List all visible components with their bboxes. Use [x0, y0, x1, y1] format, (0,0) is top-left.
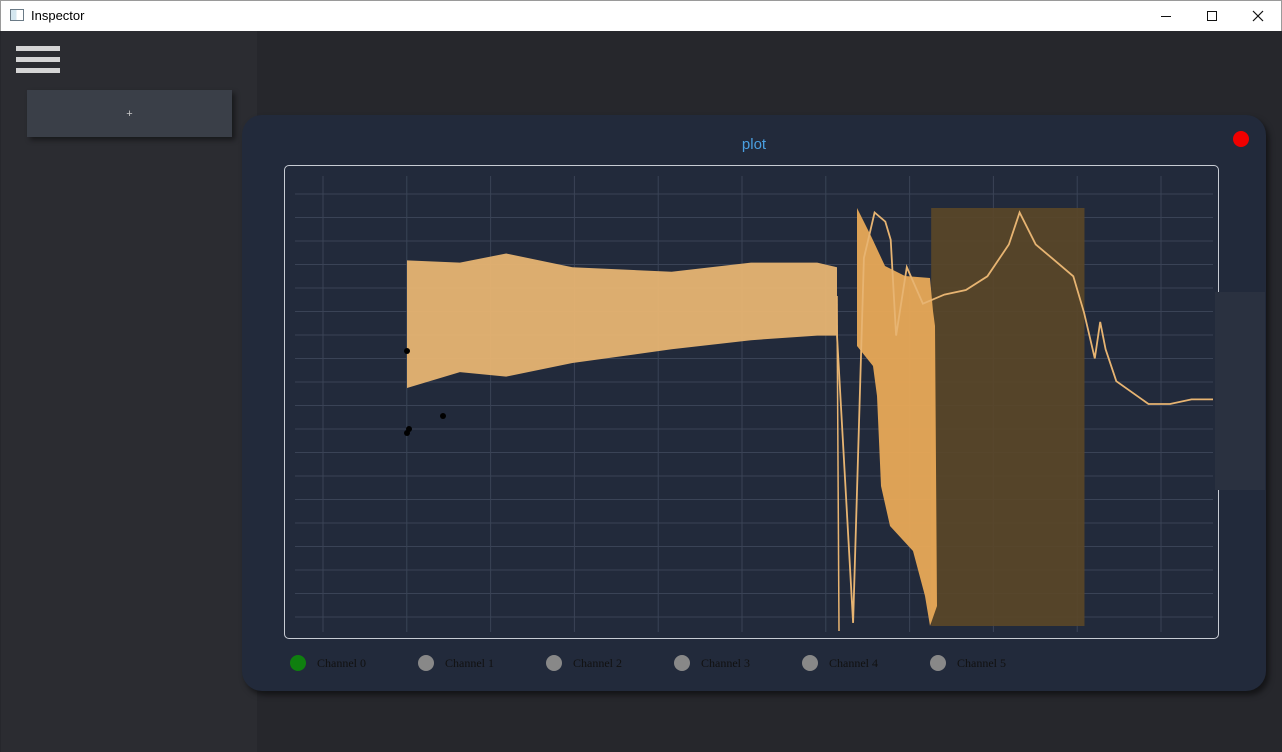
app-icon — [10, 9, 24, 21]
legend-dot-0[interactable] — [290, 655, 306, 671]
legend-dot-2[interactable] — [546, 655, 562, 671]
plot-panel[interactable]: plot Channel 0 Channel 1 Channel 2 Channel … — [242, 115, 1266, 691]
legend-label-3: Channel 3 — [701, 656, 750, 670]
minimize-icon — [1161, 16, 1171, 17]
plot-area[interactable] — [284, 165, 1219, 639]
close-icon — [1252, 10, 1264, 22]
add-button[interactable]: + — [27, 90, 232, 137]
signal-envelope — [407, 253, 837, 388]
legend-label-1: Channel 1 — [445, 656, 494, 670]
legend-label-2: Channel 2 — [573, 656, 622, 670]
signal-burst — [857, 208, 937, 626]
panel-close-button[interactable] — [1233, 131, 1249, 147]
scrollbar-thumb[interactable] — [1215, 292, 1265, 490]
selection-region — [931, 208, 1085, 626]
minimize-button[interactable] — [1143, 1, 1189, 31]
marker-point — [440, 413, 446, 419]
window-titlebar: Inspector — [0, 0, 1282, 31]
legend-dot-3[interactable] — [674, 655, 690, 671]
legend-label-5: Channel 5 — [957, 656, 1006, 670]
window-title: Inspector — [31, 8, 85, 23]
legend-label-0: Channel 0 — [317, 656, 366, 670]
legend-label-4: Channel 4 — [829, 656, 878, 670]
signal-spike — [836, 295, 840, 632]
maximize-icon — [1207, 11, 1217, 21]
plot-chart[interactable] — [285, 166, 1220, 640]
sidebar: + — [1, 31, 257, 752]
menu-icon[interactable] — [16, 46, 60, 74]
panel-title: plot — [741, 136, 767, 153]
marker-point — [404, 348, 410, 354]
legend-dot-1[interactable] — [418, 655, 434, 671]
maximize-button[interactable] — [1189, 1, 1235, 31]
marker-point — [404, 430, 410, 436]
close-window-button[interactable] — [1235, 1, 1281, 31]
legend-dot-4[interactable] — [802, 655, 818, 671]
legend-dot-5[interactable] — [930, 655, 946, 671]
